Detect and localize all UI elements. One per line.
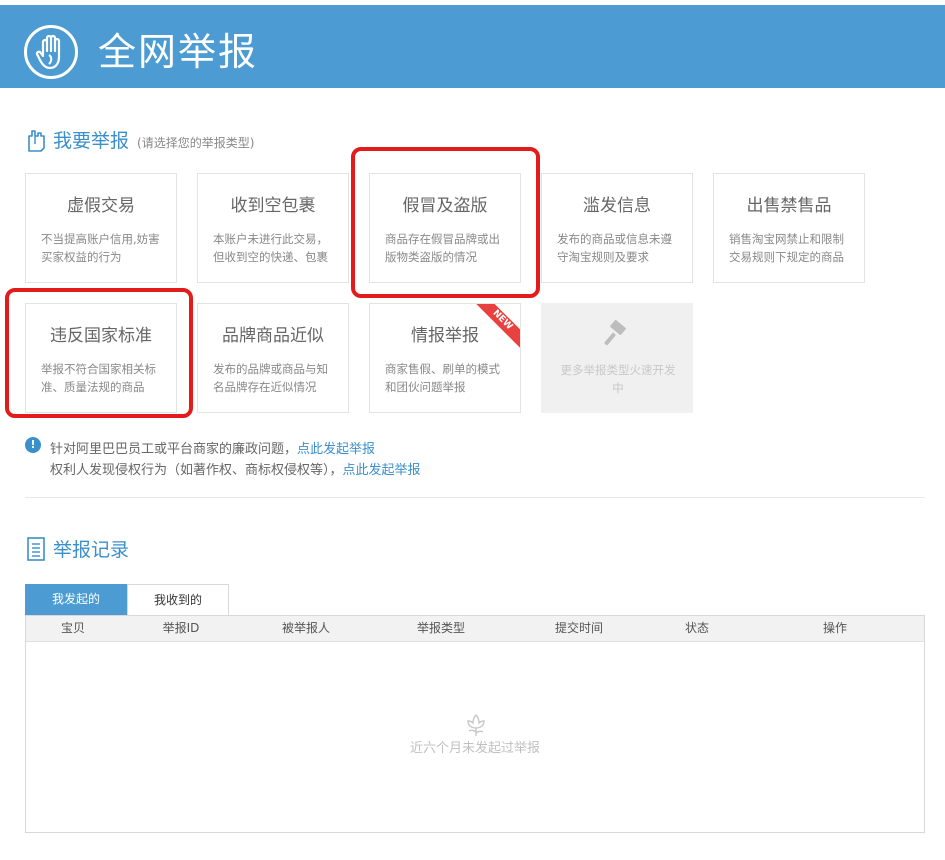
records-tabs: 我发起的 我收到的 [25,584,229,615]
card-brand-similar[interactable]: 品牌商品近似 发布的品牌或商品与知名品牌存在近似情况 [197,303,349,413]
card-desc: 不当提高账户信用,妨害买家权益的行为 [41,232,160,264]
column-header-submit-time: 提交时间 [554,621,603,635]
section-divider [25,497,925,498]
column-header-reported-user: 被举报人 [281,621,330,635]
card-fake-transaction[interactable]: 虚假交易 不当提高账户信用,妨害买家权益的行为 [25,173,177,283]
notice-text-1: 针对阿里巴巴员工或平台商家的廉政问题， [50,442,298,457]
card-title: 品牌商品近似 [222,326,324,346]
card-desc: 更多举报类型火速开发中 [560,363,676,395]
card-desc: 举报不符合国家相关标准、质量法规的商品 [41,362,156,394]
hand-logo-icon [24,25,78,79]
new-badge-label: NEW [474,304,520,350]
card-prohibited-goods[interactable]: 出售禁售品 销售淘宝网禁止和限制交易规则下规定的商品 [713,173,865,283]
card-title: 违反国家标准 [50,326,152,346]
card-desc: 发布的品牌或商品与知名品牌存在近似情况 [213,362,328,394]
card-title: 收到空包裹 [230,196,316,216]
page-title: 全网举报 [98,30,259,74]
notice-line-1: 针对阿里巴巴员工或平台商家的廉政问题，点此发起举报 [50,438,375,457]
card-title: 滥发信息 [583,196,651,216]
card-desc: 商品存在假冒品牌或出版物类盗版的情况 [385,232,500,264]
report-section-label: 我要举报 [53,130,130,152]
new-badge: NEW [474,304,520,350]
gavel-icon [604,319,626,346]
info-icon: ! [25,437,41,453]
tab-received[interactable]: 我收到的 [127,584,229,615]
hand-pointer-icon [28,129,45,152]
column-header-report-type: 举报类型 [416,621,465,635]
report-link-integrity[interactable]: 点此发起举报 [297,442,375,457]
card-title: 出售禁售品 [746,196,832,216]
records-section-label: 举报记录 [53,539,130,561]
report-section-hint: (请选择您的举报类型) [137,135,255,150]
empty-state-text: 近六个月未发起过举报 [409,741,540,756]
flower-icon [467,714,485,736]
document-icon [27,536,45,561]
report-link-infringement[interactable]: 点此发起举报 [343,463,421,478]
card-counterfeit-piracy[interactable]: 假冒及盗版 商品存在假冒品牌或出版物类盗版的情况 [369,173,521,283]
page-header: 全网举报 [0,5,945,88]
card-desc: 发布的商品或信息未遵守淘宝规则及要求 [557,232,672,264]
column-header-item: 宝贝 [60,621,85,635]
card-empty-package[interactable]: 收到空包裹 本账户未进行此交易，但收到空的快递、包裹 [197,173,349,283]
card-desc: 本账户未进行此交易，但收到空的快递、包裹 [213,232,328,264]
column-header-action: 操作 [822,621,847,635]
card-spam-info[interactable]: 滥发信息 发布的商品或信息未遵守淘宝规则及要求 [541,173,693,283]
card-intel-report[interactable]: 情报举报 商家售假、刷单的模式和团伙问题举报 NEW [369,303,521,413]
card-more-coming: 更多举报类型火速开发中 [541,303,693,413]
card-title: 虚假交易 [67,196,135,216]
notice-line-2: 权利人发现侵权行为（如著作权、商标权侵权等），点此发起举报 [50,459,421,478]
column-header-status: 状态 [684,621,709,635]
card-national-standard[interactable]: 违反国家标准 举报不符合国家相关标准、质量法规的商品 [25,303,177,413]
records-table: 宝贝 举报ID 被举报人 举报类型 提交时间 状态 操作 近六个月未发起过举报 [25,615,925,833]
notice-text-2: 权利人发现侵权行为（如著作权、商标权侵权等）， [50,463,343,478]
card-desc: 商家售假、刷单的模式和团伙问题举报 [385,362,500,394]
tab-initiated[interactable]: 我发起的 [25,584,127,615]
card-title: 假冒及盗版 [402,196,488,216]
column-header-report-id: 举报ID [162,621,200,635]
card-desc: 销售淘宝网禁止和限制交易规则下规定的商品 [729,232,844,264]
records-section-title: 举报记录 [25,535,129,562]
table-header: 宝贝 举报ID 被举报人 举报类型 提交时间 状态 操作 [26,616,924,642]
report-section-title: 我要举报 (请选择您的举报类型) [25,126,254,153]
